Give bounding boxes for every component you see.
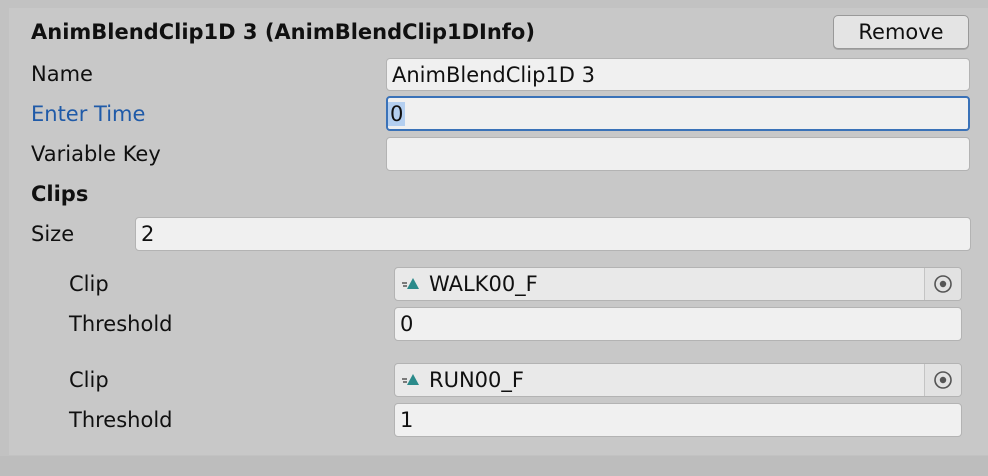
object-picker-icon[interactable] (924, 364, 961, 396)
size-field[interactable]: 2 (135, 217, 971, 251)
variable-key-label: Variable Key (31, 142, 161, 166)
size-value: 2 (141, 222, 155, 246)
threshold-value: 1 (400, 408, 414, 432)
size-label: Size (31, 222, 75, 246)
enter-time-value: 0 (388, 101, 406, 126)
panel-footer (0, 456, 988, 476)
threshold-value: 0 (400, 312, 414, 336)
enter-time-label: Enter Time (31, 102, 146, 126)
name-field[interactable]: AnimBlendClip1D 3 (386, 58, 970, 91)
name-label: Name (31, 62, 93, 86)
threshold-field[interactable]: 1 (394, 403, 962, 437)
clip-object-field[interactable]: WALK00_F (394, 267, 962, 301)
animation-clip-icon (400, 370, 426, 390)
name-value: AnimBlendClip1D 3 (392, 62, 595, 87)
enter-time-field[interactable]: 0 (386, 96, 970, 131)
clip-object-field[interactable]: RUN00_F (394, 363, 962, 397)
clips-section-label: Clips (31, 182, 89, 206)
threshold-field[interactable]: 0 (394, 307, 962, 341)
threshold-label: Threshold (69, 408, 173, 432)
clip-label: Clip (69, 272, 109, 296)
clip-value: RUN00_F (429, 368, 524, 392)
clip-value: WALK00_F (429, 272, 538, 296)
component-title: AnimBlendClip1D 3 (AnimBlendClip1DInfo) (31, 20, 535, 44)
threshold-label: Threshold (69, 312, 173, 336)
clip-label: Clip (69, 368, 109, 392)
object-picker-icon[interactable] (924, 268, 961, 300)
variable-key-field[interactable] (386, 137, 970, 171)
remove-button[interactable]: Remove (833, 15, 969, 49)
animation-clip-icon (400, 274, 426, 294)
